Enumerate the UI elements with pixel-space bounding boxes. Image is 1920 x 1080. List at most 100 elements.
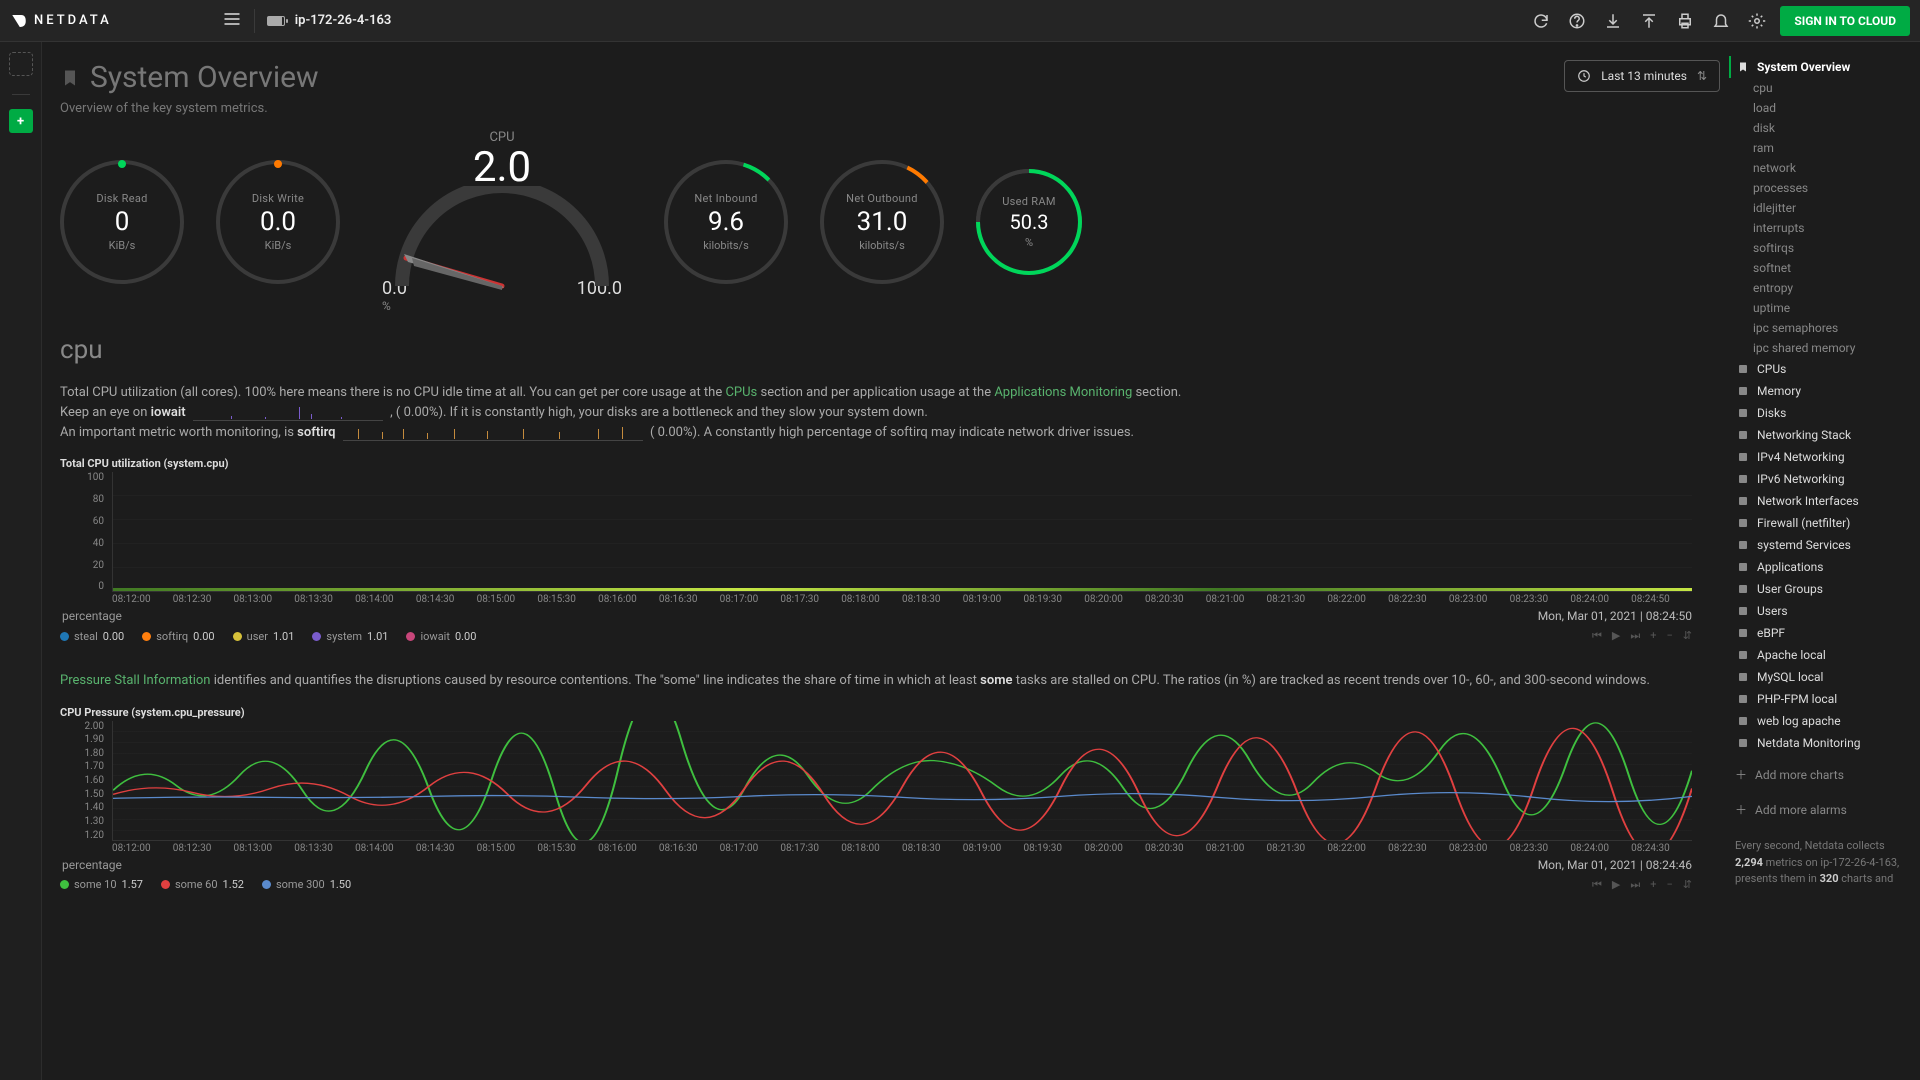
xaxis: 08:12:0008:12:3008:13:0008:13:3008:14:00… — [112, 594, 1692, 605]
gauge-cpu[interactable]: CPU 2.0 0.0% 100.0 — [372, 130, 632, 313]
sidebar-sub-softirqs[interactable]: softirqs — [1729, 238, 1912, 258]
rewind-button[interactable]: ⏮ — [1592, 878, 1602, 892]
upload-icon[interactable] — [1640, 12, 1658, 30]
separator — [254, 9, 255, 33]
sidebar-sub-interrupts[interactable]: interrupts — [1729, 218, 1912, 238]
gauge-ram[interactable]: Used RAM 50.3 % — [976, 169, 1082, 275]
sidebar-sub-disk[interactable]: disk — [1729, 118, 1912, 138]
sidebar-label: Networking Stack — [1757, 428, 1851, 442]
forward-button[interactable]: ⏭ — [1630, 878, 1640, 892]
legend-swatch — [60, 632, 69, 641]
plot-area[interactable] — [112, 472, 1692, 592]
legend-item[interactable]: iowait0.00 — [406, 630, 476, 643]
chart-system-cpu[interactable]: 100806040200 08:12:0008:12:3008:13:0008:… — [60, 472, 1692, 605]
sidebar-section-network-interfaces[interactable]: Network Interfaces — [1729, 490, 1912, 512]
plus-button[interactable]: + — [1650, 629, 1656, 643]
legend-item[interactable]: user1.01 — [233, 630, 295, 643]
bookmark-icon — [60, 66, 80, 90]
legend-item[interactable]: some 601.52 — [161, 878, 244, 891]
sidebar-label: PHP-FPM local — [1757, 692, 1837, 706]
link-cpus[interactable]: CPUs — [725, 385, 757, 400]
gauge-disk-write[interactable]: Disk Write 0.0 KiB/s — [216, 160, 340, 284]
sidebar-sub-cpu[interactable]: cpu — [1729, 78, 1912, 98]
space-slot[interactable] — [9, 52, 33, 76]
link-pressure[interactable]: Pressure Stall Information — [60, 673, 211, 688]
sidebar-section-mysql-local[interactable]: MySQL local — [1729, 666, 1912, 688]
legend-item[interactable]: softirq0.00 — [142, 630, 214, 643]
plot-area[interactable] — [112, 721, 1692, 841]
updown-button[interactable]: ⇵ — [1683, 629, 1692, 643]
sidebar-sub-entropy[interactable]: entropy — [1729, 278, 1912, 298]
cpu-description: Total CPU utilization (all cores). 100% … — [60, 383, 1692, 443]
sidebar-section-cpus[interactable]: CPUs — [1729, 358, 1912, 380]
forward-button[interactable]: ⏭ — [1630, 629, 1640, 643]
sidebar-sub-network[interactable]: network — [1729, 158, 1912, 178]
gear-icon[interactable] — [1748, 12, 1766, 30]
sidebar-section-user-groups[interactable]: User Groups — [1729, 578, 1912, 600]
eye-icon — [1737, 649, 1749, 661]
minus-button[interactable]: − — [1666, 629, 1672, 643]
refresh-icon[interactable] — [1532, 12, 1550, 30]
help-icon[interactable] — [1568, 12, 1586, 30]
download-icon[interactable] — [1604, 12, 1622, 30]
sidebar-section-applications[interactable]: Applications — [1729, 556, 1912, 578]
minus-button[interactable]: − — [1666, 878, 1672, 892]
gauge-disk-read[interactable]: Disk Read 0 KiB/s — [60, 160, 184, 284]
sidebar-label: IPv6 Networking — [1757, 472, 1845, 486]
chart-legend: steal0.00 softirq0.00 user1.01 system1.01 io… — [60, 629, 1692, 643]
print-icon[interactable] — [1676, 12, 1694, 30]
sidebar-section-memory[interactable]: Memory — [1729, 380, 1912, 402]
legend-item[interactable]: some 101.57 — [60, 878, 143, 891]
sidebar-sub-softnet[interactable]: softnet — [1729, 258, 1912, 278]
play-button[interactable]: ▶ — [1612, 878, 1620, 892]
file-icon — [1737, 715, 1749, 727]
chip-icon — [1737, 363, 1749, 375]
brand-logo[interactable]: NETDATA — [10, 12, 112, 30]
play-button[interactable]: ▶ — [1612, 629, 1620, 643]
sidebar-section-apache-local[interactable]: Apache local — [1729, 644, 1912, 666]
sidebar-label: Applications — [1757, 560, 1823, 574]
sidebar-sub-processes[interactable]: processes — [1729, 178, 1912, 198]
sidebar-section-disks[interactable]: Disks — [1729, 402, 1912, 424]
gauge-net-out[interactable]: Net Outbound 31.0 kilobits/s — [820, 160, 944, 284]
sidebar-section-system-overview[interactable]: System Overview — [1729, 56, 1912, 78]
menu-toggle[interactable] — [222, 9, 242, 33]
sidebar-label: CPUs — [1757, 362, 1786, 376]
users-icon — [1737, 583, 1749, 595]
sidebar-sub-idlejitter[interactable]: idlejitter — [1729, 198, 1912, 218]
timerange-picker[interactable]: Last 13 minutes ⇅ — [1564, 60, 1720, 92]
sidebar-section-ipv4-networking[interactable]: IPv4 Networking — [1729, 446, 1912, 468]
add-charts-button[interactable]: ＋Add more charts — [1729, 760, 1912, 789]
sidebar-section-php-fpm-local[interactable]: PHP-FPM local — [1729, 688, 1912, 710]
signin-button[interactable]: SIGN IN TO CLOUD — [1780, 6, 1910, 36]
sidebar-sub-load[interactable]: load — [1729, 98, 1912, 118]
sidebar-section-ipv6-networking[interactable]: IPv6 Networking — [1729, 468, 1912, 490]
legend-item[interactable]: some 3001.50 — [262, 878, 351, 891]
sidebar-section-web-log-apache[interactable]: web log apache — [1729, 710, 1912, 732]
rewind-button[interactable]: ⏮ — [1592, 629, 1602, 643]
sidebar-sub-ipc-semaphores[interactable]: ipc semaphores — [1729, 318, 1912, 338]
updown-button[interactable]: ⇵ — [1683, 878, 1692, 892]
plus-button[interactable]: + — [1650, 878, 1656, 892]
sidebar-section-networking-stack[interactable]: Networking Stack — [1729, 424, 1912, 446]
timerange-label: Last 13 minutes — [1601, 69, 1687, 83]
sidebar-section-firewall-netfilter-[interactable]: Firewall (netfilter) — [1729, 512, 1912, 534]
gauge-net-in[interactable]: Net Inbound 9.6 kilobits/s — [664, 160, 788, 284]
chart-cpu-pressure[interactable]: 2.001.901.801.701.601.501.401.301.20 08:… — [60, 721, 1692, 854]
sidebar-section-netdata-monitoring[interactable]: Netdata Monitoring — [1729, 732, 1912, 754]
add-alarms-button[interactable]: ＋Add more alarms — [1729, 795, 1912, 824]
add-space-button[interactable]: + — [9, 109, 33, 133]
sidebar-section-users[interactable]: Users — [1729, 600, 1912, 622]
sidebar-sub-ram[interactable]: ram — [1729, 138, 1912, 158]
link-apps-monitoring[interactable]: Applications Monitoring — [994, 385, 1132, 400]
sidebar-section-systemd-services[interactable]: systemd Services — [1729, 534, 1912, 556]
sparkline-softirq — [343, 425, 643, 441]
sidebar-sub-uptime[interactable]: uptime — [1729, 298, 1912, 318]
legend-item[interactable]: system1.01 — [312, 630, 388, 643]
host-selector[interactable]: ip-172-26-4-163 — [267, 13, 392, 28]
sparkline-iowait — [193, 405, 383, 421]
sidebar-sub-ipc-shared-memory[interactable]: ipc shared memory — [1729, 338, 1912, 358]
legend-item[interactable]: steal0.00 — [60, 630, 124, 643]
bell-icon[interactable] — [1712, 12, 1730, 30]
sidebar-section-ebpf[interactable]: eBPF — [1729, 622, 1912, 644]
